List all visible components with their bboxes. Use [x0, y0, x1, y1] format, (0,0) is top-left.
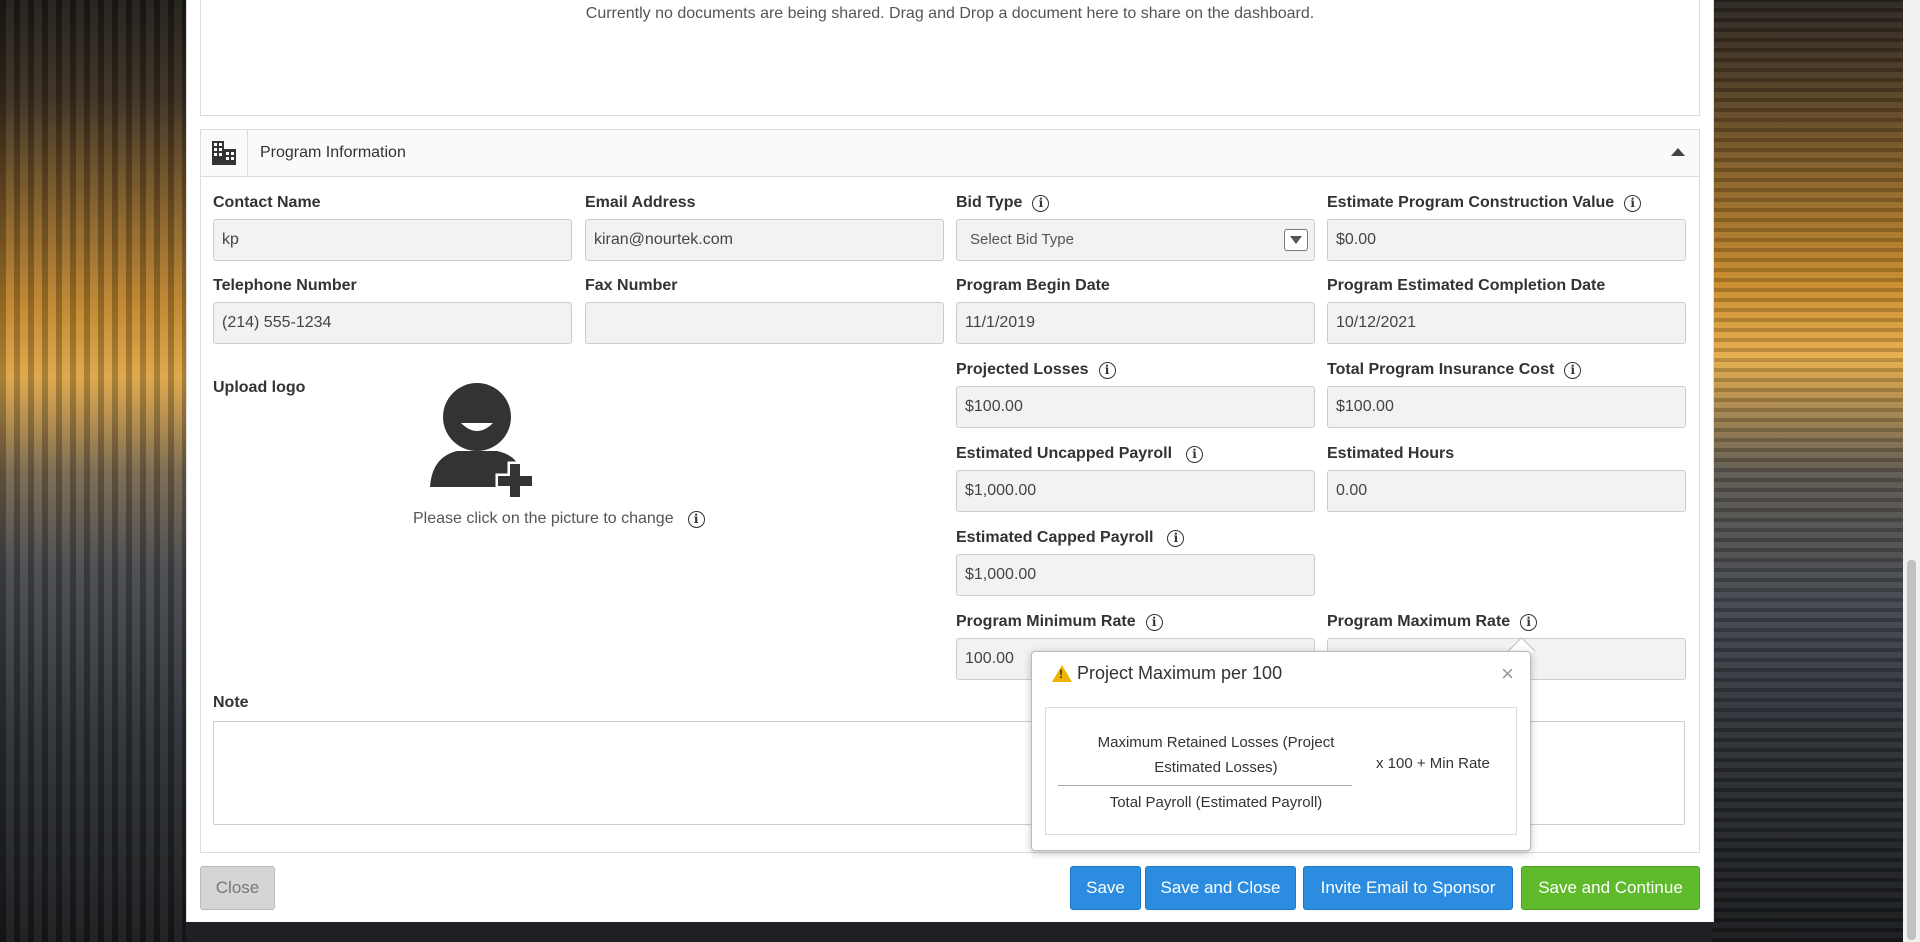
formula-denominator: Total Payroll (Estimated Payroll) — [1109, 794, 1323, 811]
telephone-input[interactable]: (214) 555-1234 — [213, 302, 572, 344]
background-scenery-left — [0, 0, 186, 942]
begin-date-input[interactable]: 11/1/2019 — [956, 302, 1315, 344]
building-icon — [201, 130, 248, 176]
estimated-hours-input[interactable]: 0.00 — [1327, 470, 1686, 512]
upload-logo-label: Upload logo — [213, 379, 306, 396]
contact-name-label: Contact Name — [213, 194, 321, 211]
capped-payroll-input[interactable]: $1,000.00 — [956, 554, 1315, 596]
max-rate-label: Program Maximum Rate i — [1327, 613, 1538, 631]
uncapped-payroll-label: Estimated Uncapped Payroll i — [956, 445, 1204, 463]
contact-name-input[interactable]: kp — [213, 219, 572, 261]
projected-losses-input[interactable]: $100.00 — [956, 386, 1315, 428]
email-input[interactable]: kiran@nourtek.com — [585, 219, 944, 261]
warning-icon — [1052, 665, 1072, 682]
shared-documents-dropzone[interactable]: Currently no documents are being shared.… — [200, 0, 1700, 116]
chevron-down-icon[interactable] — [1284, 229, 1308, 251]
capped-payroll-label: Estimated Capped Payroll i — [956, 529, 1185, 547]
construction-value-label: Estimate Program Construction Value i — [1327, 194, 1642, 212]
scrollbar-thumb[interactable] — [1907, 560, 1916, 940]
section-header[interactable]: Program Information — [201, 130, 1699, 177]
info-icon[interactable]: i — [1564, 361, 1582, 379]
completion-date-input[interactable]: 10/12/2021 — [1327, 302, 1686, 344]
fax-label: Fax Number — [585, 277, 678, 294]
popover-title: Project Maximum per 100 — [1052, 663, 1282, 684]
upload-logo-caption: Please click on the picture to change i — [413, 510, 705, 528]
info-icon[interactable]: i — [1098, 361, 1116, 379]
info-icon[interactable]: i — [1186, 445, 1204, 463]
note-label: Note — [213, 694, 249, 711]
projected-losses-label: Projected Losses i — [956, 361, 1116, 379]
formula-multiplier: x 100 + Min Rate — [1376, 755, 1490, 772]
telephone-label: Telephone Number — [213, 277, 357, 294]
page-scrollbar[interactable] — [1903, 0, 1920, 942]
info-icon[interactable]: i — [1145, 613, 1163, 631]
save-button[interactable]: Save — [1070, 866, 1141, 910]
fax-input[interactable] — [585, 302, 944, 344]
close-button[interactable]: Close — [200, 866, 275, 910]
bid-type-select[interactable]: Select Bid Type — [956, 219, 1315, 261]
info-icon[interactable]: i — [1032, 194, 1050, 212]
bid-type-selected: Select Bid Type — [970, 231, 1074, 248]
estimated-hours-label: Estimated Hours — [1327, 445, 1455, 462]
info-icon[interactable]: i — [1167, 529, 1185, 547]
begin-date-label: Program Begin Date — [956, 277, 1110, 294]
formula-numerator: Maximum Retained Losses (Project Estimat… — [1097, 734, 1335, 776]
section-title: Program Information — [260, 144, 406, 161]
max-rate-popover: Project Maximum per 100 × Maximum Retain… — [1031, 651, 1531, 851]
save-and-close-button[interactable]: Save and Close — [1145, 866, 1296, 910]
shared-documents-empty-message: Currently no documents are being shared.… — [585, 5, 1315, 22]
chevron-up-icon[interactable] — [1671, 148, 1685, 156]
uncapped-payroll-input[interactable]: $1,000.00 — [956, 470, 1315, 512]
save-and-continue-button[interactable]: Save and Continue — [1521, 866, 1700, 910]
email-label: Email Address — [585, 194, 696, 211]
bid-type-label: Bid Type i — [956, 194, 1050, 212]
formula-box: Maximum Retained Losses (Project Estimat… — [1045, 707, 1517, 835]
info-icon[interactable]: i — [1520, 613, 1538, 631]
info-icon[interactable]: i — [687, 510, 705, 528]
construction-value-input[interactable]: $0.00 — [1327, 219, 1686, 261]
info-icon[interactable]: i — [1624, 194, 1642, 212]
completion-date-label: Program Estimated Completion Date — [1327, 277, 1606, 294]
add-user-icon[interactable] — [427, 377, 539, 497]
close-icon[interactable]: × — [1501, 661, 1514, 687]
min-rate-label: Program Minimum Rate i — [956, 613, 1163, 631]
insurance-cost-input[interactable]: $100.00 — [1327, 386, 1686, 428]
formula-divider — [1058, 785, 1352, 786]
invite-email-sponsor-button[interactable]: Invite Email to Sponsor — [1303, 866, 1513, 910]
insurance-cost-label: Total Program Insurance Cost i — [1327, 361, 1582, 379]
background-scenery-right — [1712, 0, 1920, 942]
